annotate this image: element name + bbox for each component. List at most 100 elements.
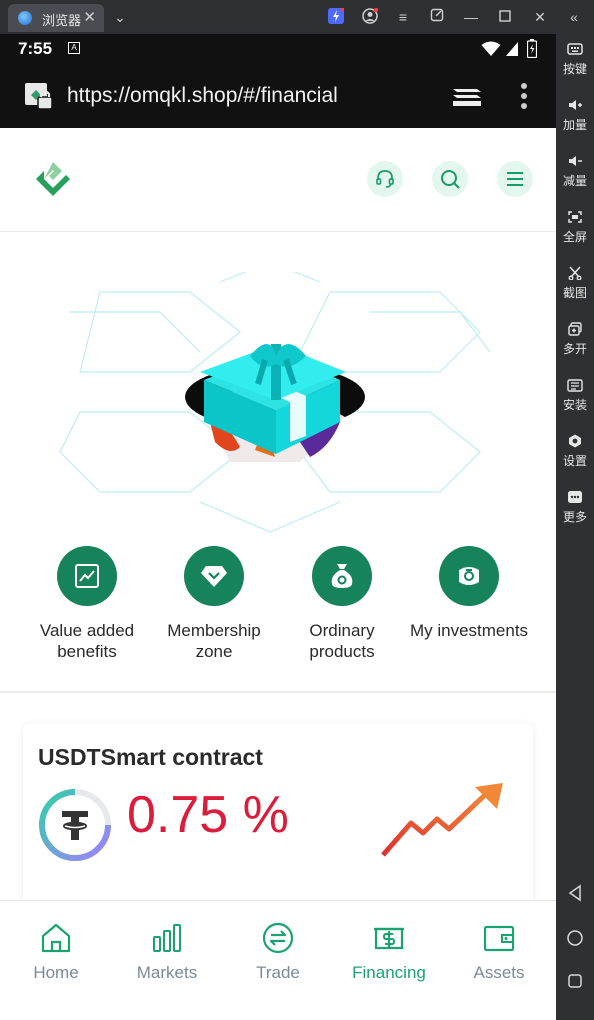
sidebar-item-keys[interactable]: 按键	[556, 42, 594, 77]
contract-title: USDTSmart contract	[38, 744, 263, 770]
minimize-icon[interactable]: —	[461, 8, 481, 26]
hamburger-menu-button[interactable]	[497, 161, 533, 197]
settings-icon	[567, 434, 583, 448]
signal-icon	[505, 41, 519, 62]
sidebar-label: 按键	[562, 62, 587, 76]
sidebar-label: 安装	[562, 398, 587, 412]
sidebar-label: 设置	[562, 454, 587, 468]
sidebar-label: 截图	[562, 286, 587, 300]
shortcut-my-investments[interactable]: My investments	[405, 546, 533, 641]
wallet-icon	[483, 925, 515, 952]
nav-label: Assets	[473, 963, 525, 982]
notification-icon: A	[68, 42, 80, 54]
nav-assets[interactable]: Assets	[444, 921, 554, 983]
nav-home[interactable]: Home	[1, 921, 111, 983]
browser-tab[interactable]: 浏览器 ✕	[8, 4, 104, 32]
wallet-coin-icon	[439, 546, 499, 606]
fullscreen-icon	[567, 210, 583, 224]
boost-icon[interactable]	[326, 6, 346, 28]
sidebar-item-multi[interactable]: 多开	[556, 322, 594, 357]
back-icon[interactable]	[565, 884, 585, 904]
status-bar: 7:55 A	[0, 34, 556, 64]
home-icon	[41, 923, 71, 953]
tether-icon	[37, 787, 113, 863]
scissors-icon	[567, 266, 583, 281]
collapse-sidebar-icon[interactable]: «	[564, 8, 584, 26]
battery-icon	[526, 39, 538, 63]
sidebar-item-screenshot[interactable]: 截图	[556, 266, 594, 301]
trend-chart-icon	[57, 546, 117, 606]
sidebar-item-more[interactable]: 更多	[556, 490, 594, 525]
more-icon	[567, 490, 583, 504]
search-button[interactable]	[432, 161, 468, 197]
brand-logo[interactable]	[32, 158, 74, 200]
headset-icon	[376, 170, 394, 188]
multi-instance-icon	[567, 322, 583, 336]
shortcut-membership[interactable]: Membership zone	[150, 546, 278, 662]
emulator-window: 浏览器 ✕ ⌄ ≡ — ✕ « 按键 加量 减量 全屏 截图 多开 安装 设置 …	[0, 0, 594, 1020]
phone-screen: 7:55 A https://omqkl.shop/#/financial Va…	[0, 34, 556, 1020]
page-header	[0, 128, 556, 232]
contract-rate: 0.75 %	[127, 786, 289, 844]
nav-financing[interactable]: Financing	[334, 921, 444, 983]
shortcut-label: Value added benefits	[39, 621, 135, 661]
nav-trade[interactable]: Trade	[223, 921, 333, 983]
shortcut-label: Membership zone	[167, 621, 261, 661]
maximize-icon[interactable]	[495, 8, 515, 26]
status-time: 7:55	[18, 39, 53, 58]
trend-up-arrow-icon	[379, 783, 505, 863]
exchange-icon	[262, 922, 294, 954]
globe-icon	[18, 11, 32, 25]
diamond-icon	[184, 546, 244, 606]
sidebar-item-volume-down[interactable]: 减量	[556, 154, 594, 189]
nav-label: Markets	[136, 963, 198, 982]
hamburger-icon	[507, 172, 523, 186]
nav-label: Financing	[352, 963, 426, 982]
overflow-menu-icon[interactable]	[520, 82, 528, 110]
sidebar-item-settings[interactable]: 设置	[556, 434, 594, 469]
bar-chart-icon	[153, 924, 181, 952]
section-divider	[0, 691, 556, 693]
volume-up-icon	[567, 98, 583, 112]
tab-title: 浏览器	[42, 13, 82, 28]
shortcut-ordinary[interactable]: Ordinary products	[278, 546, 406, 662]
gift-hero-illustration	[40, 261, 510, 542]
nav-label: Trade	[256, 963, 300, 982]
close-window-icon[interactable]: ✕	[530, 8, 550, 26]
popout-icon[interactable]	[427, 8, 447, 26]
home-circle-icon[interactable]	[565, 929, 585, 949]
search-icon	[441, 170, 460, 189]
sidebar-item-volume-up[interactable]: 加量	[556, 98, 594, 133]
menu-icon[interactable]: ≡	[393, 8, 413, 26]
emulator-sidebar: 按键 加量 减量 全屏 截图 多开 安装 设置 更多	[556, 34, 594, 1020]
browser-url-bar: https://omqkl.shop/#/financial	[0, 64, 556, 128]
tab-dropdown-icon[interactable]: ⌄	[110, 8, 130, 26]
nav-label: Home	[33, 963, 79, 982]
keyboard-icon	[567, 42, 583, 56]
site-security-icon[interactable]	[24, 82, 53, 110]
shortcut-label: Ordinary products	[309, 621, 375, 661]
sidebar-item-fullscreen[interactable]: 全屏	[556, 210, 594, 245]
emulator-titlebar: 浏览器 ✕ ⌄ ≡ — ✕ «	[0, 0, 594, 34]
bottom-navigation: Home Markets Trade Financing Assets	[0, 900, 556, 1020]
support-button[interactable]	[367, 161, 403, 197]
sidebar-item-install[interactable]: 安装	[556, 378, 594, 413]
shortcut-label: My investments	[409, 621, 529, 640]
nav-markets[interactable]: Markets	[112, 921, 222, 983]
wifi-icon	[481, 41, 501, 62]
sidebar-label: 加量	[562, 118, 587, 132]
url-text[interactable]: https://omqkl.shop/#/financial	[67, 84, 338, 108]
account-icon[interactable]	[360, 7, 380, 28]
sidebar-label: 更多	[562, 510, 587, 524]
sidebar-label: 多开	[562, 342, 587, 356]
volume-down-icon	[567, 154, 583, 168]
recents-icon[interactable]	[565, 973, 585, 993]
apk-install-icon	[567, 378, 583, 392]
financing-icon	[374, 927, 404, 950]
money-bag-icon	[312, 546, 372, 606]
tabs-stack-icon[interactable]	[451, 86, 481, 108]
sidebar-label: 全屏	[562, 230, 587, 244]
tab-close-icon[interactable]: ✕	[83, 8, 96, 26]
sidebar-label: 减量	[562, 174, 587, 188]
shortcut-value-added[interactable]: Value added benefits	[23, 546, 151, 662]
